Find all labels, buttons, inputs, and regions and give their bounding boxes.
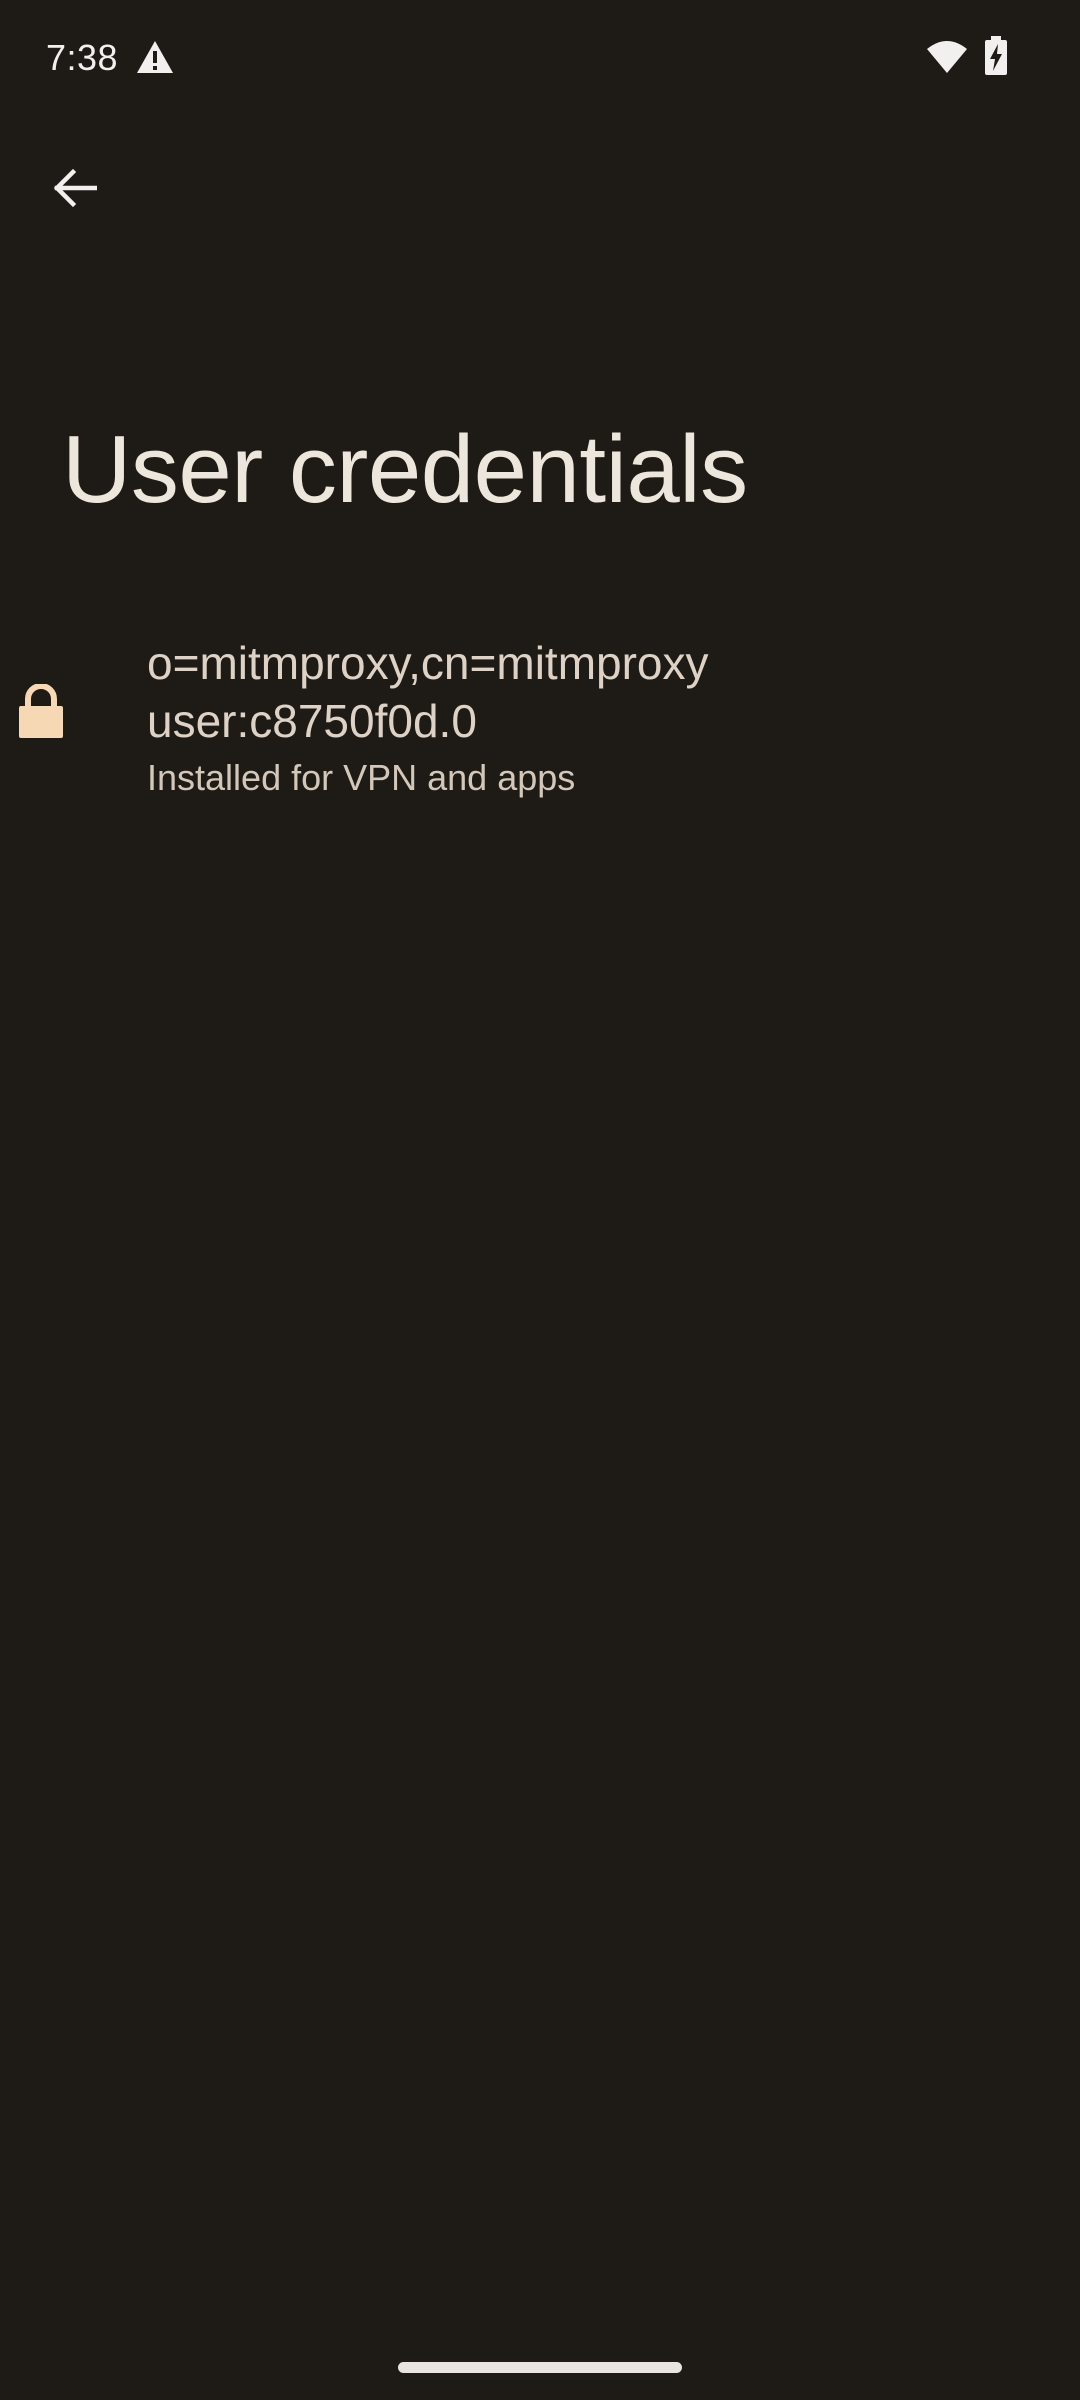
- gesture-nav-handle[interactable]: [398, 2362, 682, 2373]
- wifi-icon: [926, 40, 968, 79]
- page-title: User credentials: [62, 416, 748, 523]
- status-bar: 7:38: [0, 0, 1080, 118]
- battery-charging-icon: [984, 36, 1008, 81]
- back-button[interactable]: [38, 152, 110, 224]
- lock-icon: [18, 683, 64, 743]
- credential-summary: Installed for VPN and apps: [147, 757, 576, 798]
- warning-icon: [136, 40, 174, 79]
- arrow-back-icon: [53, 168, 97, 208]
- credential-name: o=mitmproxy,cn=mitmproxy user:c8750f0d.0: [147, 637, 709, 747]
- credential-list-item[interactable]: o=mitmproxy,cn=mitmproxy user:c8750f0d.0…: [0, 620, 1080, 810]
- status-time: 7:38: [46, 37, 119, 78]
